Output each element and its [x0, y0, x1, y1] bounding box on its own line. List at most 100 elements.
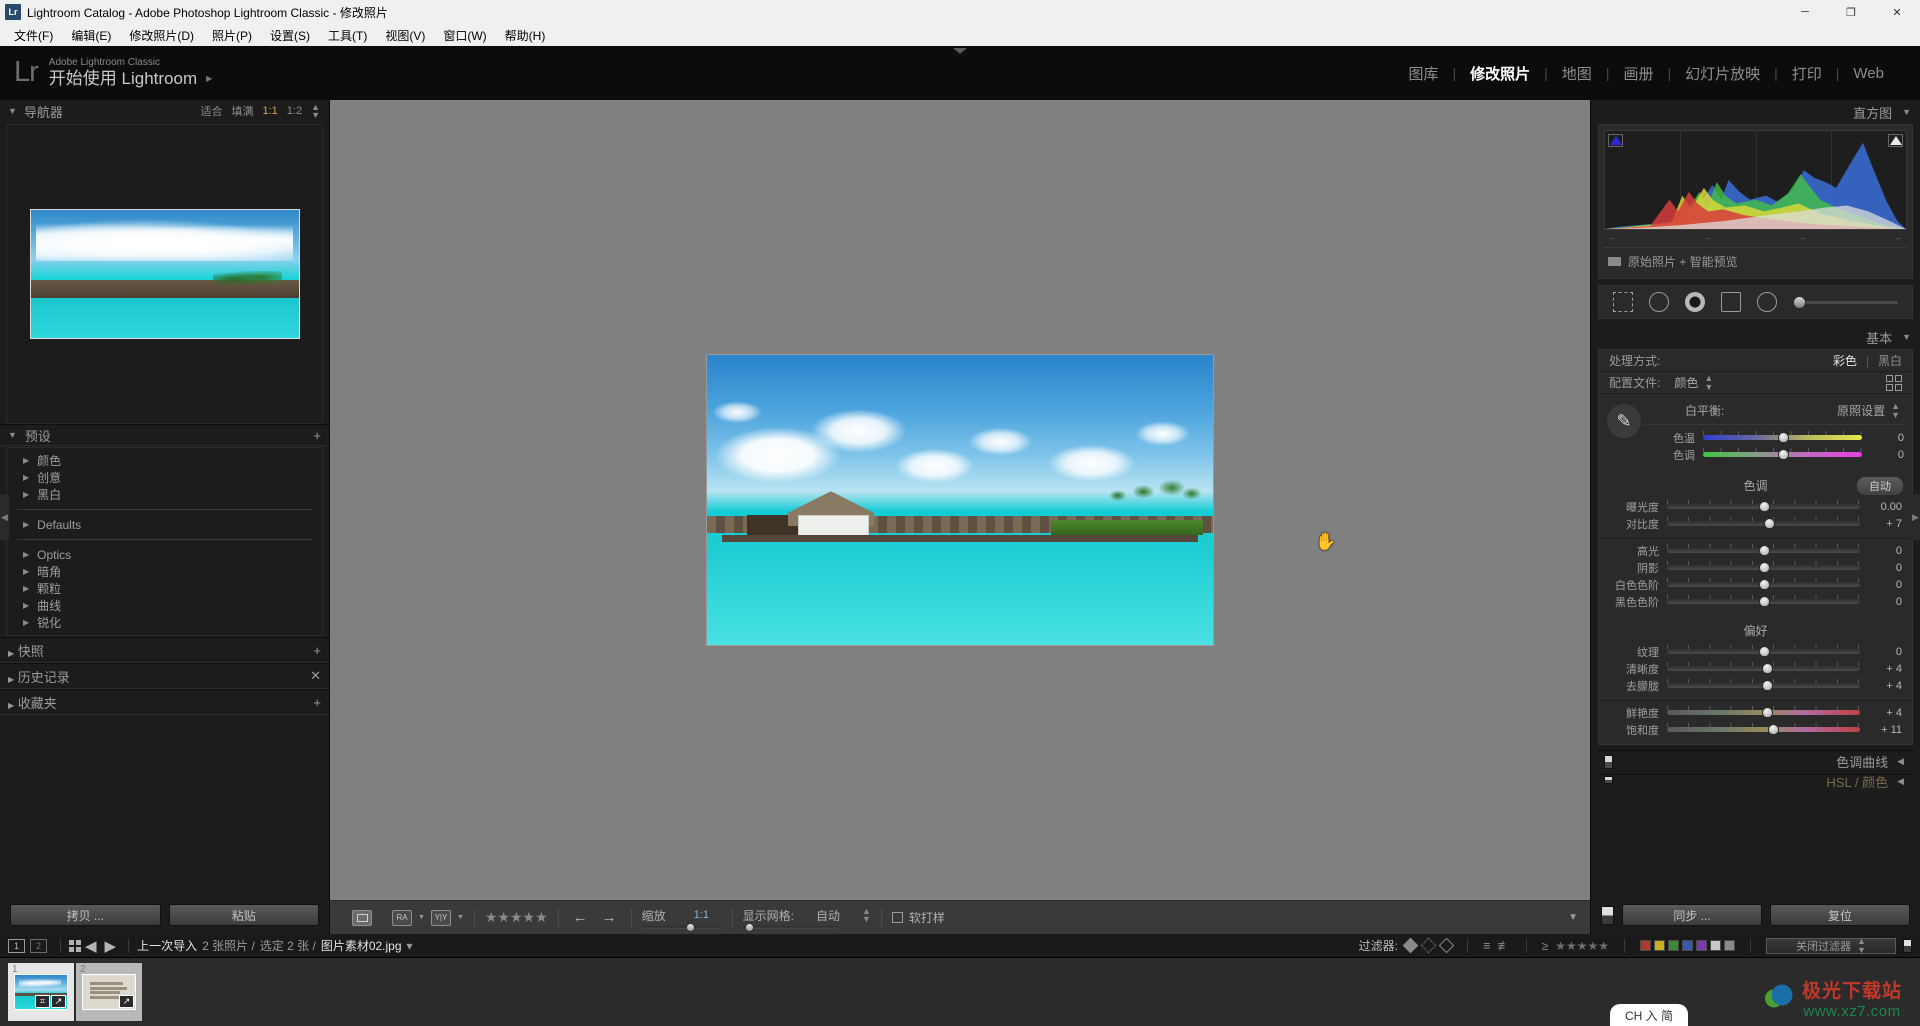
blacks-slider[interactable]: [1667, 595, 1860, 607]
temperature-slider[interactable]: [1703, 431, 1862, 443]
temperature-value[interactable]: 0: [1862, 432, 1904, 444]
maximize-button[interactable]: ❐: [1828, 0, 1874, 24]
sync-button[interactable]: 同步 ...: [1622, 904, 1762, 926]
filmstrip-thumbnail[interactable]: 1 ⌗ ↗: [8, 963, 74, 1021]
grid-view-icon[interactable]: [69, 939, 81, 952]
current-filename[interactable]: 图片素材02.jpg: [321, 937, 402, 954]
photo-preview[interactable]: [706, 354, 1214, 646]
profile-browser-icon[interactable]: [1886, 374, 1902, 391]
module-book[interactable]: 画册: [1609, 63, 1667, 84]
collections-section[interactable]: ▶ 收藏夹 +: [0, 689, 329, 715]
white-balance-stepper-icon[interactable]: ▲ ▼: [1891, 402, 1900, 419]
snapshots-section[interactable]: ▶ 快照 +: [0, 637, 329, 663]
menu-edit[interactable]: 编辑(E): [62, 25, 120, 46]
reset-button[interactable]: 复位: [1770, 904, 1910, 926]
color-label-red[interactable]: [1640, 940, 1651, 951]
contrast-slider[interactable]: [1667, 517, 1860, 529]
histogram-header[interactable]: 直方图 ▼: [1591, 100, 1920, 124]
back-navigation-icon[interactable]: ◀: [81, 937, 101, 955]
nav-mode-1-1[interactable]: 1:1: [262, 105, 277, 117]
grid-size-slider[interactable]: [742, 922, 839, 932]
tone-curve-panel-header[interactable]: 色调曲线 ◀: [1598, 750, 1913, 772]
highlights-value[interactable]: 0: [1860, 545, 1902, 557]
color-label-green[interactable]: [1668, 940, 1679, 951]
color-label-white[interactable]: [1710, 940, 1721, 951]
preset-group-sharpening[interactable]: ▶ 锐化: [7, 614, 322, 631]
radial-filter-tool-icon[interactable]: [1757, 292, 1777, 312]
menu-develop[interactable]: 修改照片(D): [120, 25, 203, 46]
toolbar-collapse-icon[interactable]: ▼: [1568, 912, 1578, 923]
whites-value[interactable]: 0: [1860, 579, 1902, 591]
module-slideshow[interactable]: 幻灯片放映: [1671, 63, 1774, 84]
source-label[interactable]: 上一次导入: [137, 937, 197, 954]
filter-enable-switch[interactable]: [1903, 938, 1912, 953]
profile-stepper-icon[interactable]: ▲ ▼: [1698, 374, 1713, 391]
vibrance-slider[interactable]: [1667, 706, 1860, 718]
triangle-down-icon[interactable]: ▼: [8, 430, 17, 440]
module-print[interactable]: 打印: [1778, 63, 1836, 84]
navigator-header[interactable]: ▼ 导航器 适合 填满 1:1 1:2 ▲ ▼: [0, 100, 329, 122]
menu-tools[interactable]: 工具(T): [319, 25, 376, 46]
tint-value[interactable]: 0: [1862, 449, 1904, 461]
thumbnail-badge-edited[interactable]: ↗: [51, 995, 66, 1008]
triangle-down-icon[interactable]: ▼: [1902, 332, 1911, 342]
highlights-slider[interactable]: [1667, 544, 1860, 556]
sort-ascending-icon[interactable]: ≡: [1483, 938, 1491, 953]
menu-window[interactable]: 窗口(W): [434, 25, 495, 46]
filename-caret-icon[interactable]: ▾: [407, 939, 413, 953]
presets-header[interactable]: ▼ 预设 +: [0, 425, 329, 446]
flag-rejected-icon[interactable]: [1438, 937, 1455, 954]
menu-file[interactable]: 文件(F): [5, 25, 62, 46]
forward-navigation-icon[interactable]: ▶: [101, 937, 121, 955]
clear-history-icon[interactable]: ✕: [310, 668, 321, 684]
module-library[interactable]: 图库: [1394, 63, 1452, 84]
color-label-purple[interactable]: [1696, 940, 1707, 951]
module-develop[interactable]: 修改照片: [1456, 63, 1544, 84]
chevron-right-icon[interactable]: ▶: [206, 74, 212, 84]
rating-stars[interactable]: ★★★★★: [485, 909, 548, 926]
minimize-button[interactable]: ─: [1782, 0, 1828, 24]
dehaze-value[interactable]: + 4: [1860, 680, 1902, 692]
filter-rating-stars[interactable]: ★★★★★: [1555, 939, 1609, 953]
softproof-checkbox[interactable]: [891, 912, 903, 923]
reference-compare-icon[interactable]: RA: [392, 909, 412, 926]
white-balance-value[interactable]: 原照设置: [1837, 402, 1885, 419]
menu-view[interactable]: 视图(V): [376, 25, 434, 46]
menu-photo[interactable]: 照片(P): [203, 25, 261, 46]
preset-group-optics[interactable]: ▶ Optics: [7, 546, 322, 563]
auto-tone-button[interactable]: 自动: [1856, 476, 1904, 496]
module-web[interactable]: Web: [1839, 65, 1898, 82]
treatment-color-option[interactable]: 彩色: [1833, 352, 1857, 369]
before-after-icon[interactable]: Y|Y: [430, 909, 451, 926]
preset-group-vignette[interactable]: ▶ 暗角: [7, 563, 322, 580]
add-collection-icon[interactable]: +: [313, 695, 321, 710]
loupe-view-icon[interactable]: [352, 909, 372, 926]
add-snapshot-icon[interactable]: +: [313, 643, 321, 658]
red-eye-tool-icon[interactable]: [1685, 292, 1705, 312]
rating-operator[interactable]: ≥: [1542, 939, 1549, 953]
color-label-none[interactable]: [1724, 940, 1735, 951]
saturation-slider[interactable]: [1667, 723, 1860, 735]
shadow-clipping-indicator[interactable]: [1608, 134, 1623, 147]
navigator-preview[interactable]: [6, 124, 323, 424]
close-button[interactable]: ✕: [1874, 0, 1920, 24]
highlight-clipping-indicator[interactable]: [1888, 134, 1903, 147]
photo-stage[interactable]: [330, 100, 1590, 900]
history-section[interactable]: ▶ 历史记录 ✕: [0, 663, 329, 689]
thumbnail-badge-crop[interactable]: ⌗: [35, 995, 50, 1008]
texture-slider[interactable]: [1667, 645, 1860, 657]
nav-mode-fill[interactable]: 填满: [231, 103, 253, 119]
previous-photo-icon[interactable]: ←: [569, 909, 592, 926]
all-panels-switch[interactable]: [1601, 905, 1614, 925]
triangle-left-icon[interactable]: ◀: [1897, 756, 1904, 767]
basic-panel-header[interactable]: 基本 ▼: [1591, 325, 1920, 349]
whites-slider[interactable]: [1667, 578, 1860, 590]
preset-group-bw[interactable]: ▶ 黑白: [7, 486, 322, 503]
nav-mode-fit[interactable]: 适合: [200, 103, 222, 119]
filter-preset-select[interactable]: 关闭过滤器 ▲ ▼: [1766, 937, 1896, 954]
tone-curve-switch[interactable]: [1604, 755, 1613, 769]
spot-removal-tool-icon[interactable]: [1649, 292, 1669, 312]
exposure-slider[interactable]: [1667, 500, 1860, 512]
chevron-down-icon[interactable]: ▼: [457, 914, 464, 921]
tool-size-slider[interactable]: [1793, 295, 1898, 309]
